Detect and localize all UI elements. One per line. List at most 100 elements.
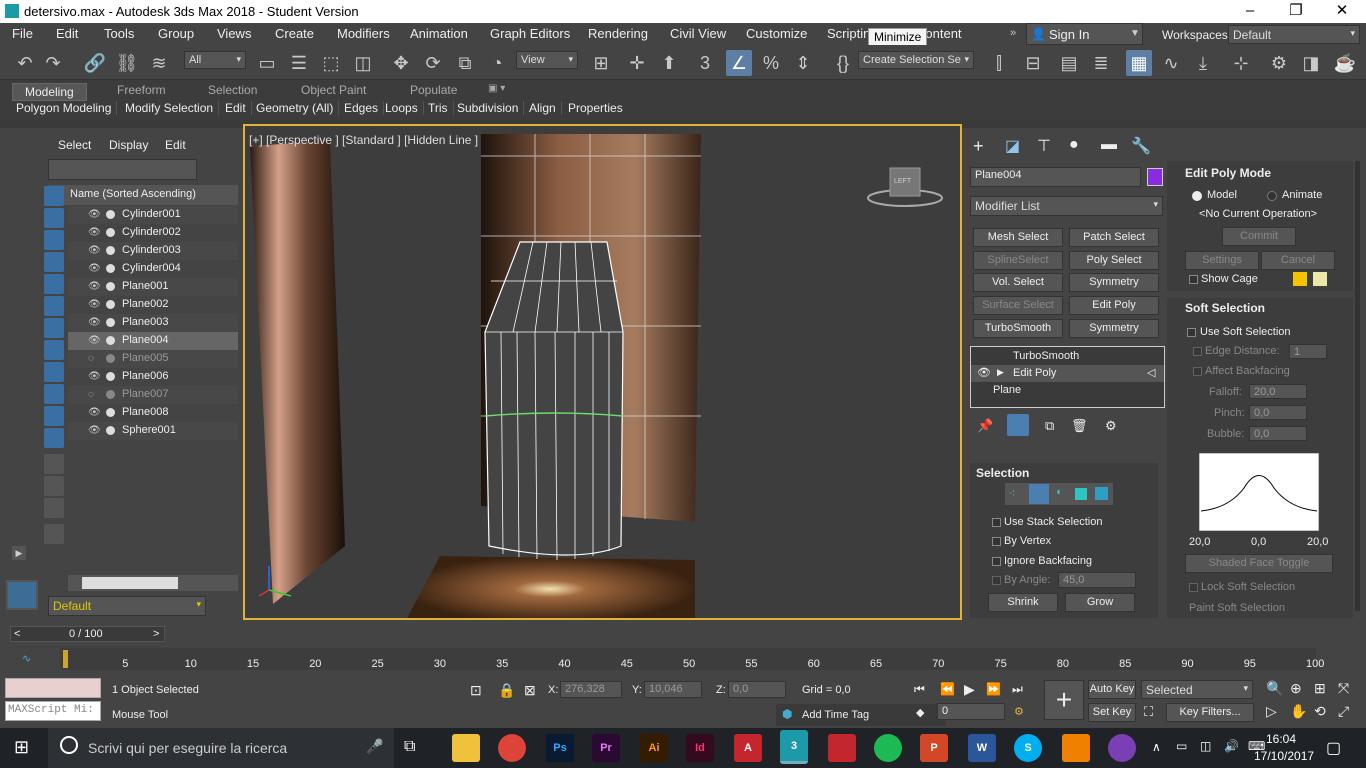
action-center-icon[interactable]: ▢: [1326, 738, 1341, 758]
list-item[interactable]: 👁 Cylinder003: [68, 242, 238, 260]
scale-icon[interactable]: ⧉: [452, 50, 478, 76]
freeze-dot-icon[interactable]: [106, 228, 115, 237]
element-mode-icon[interactable]: [1095, 487, 1108, 500]
time-tag-icon[interactable]: ⬢: [782, 707, 792, 721]
angle-snap-icon[interactable]: ∠: [726, 50, 752, 76]
filter-groups-icon[interactable]: [44, 318, 64, 338]
clock-date[interactable]: 17/10/2017: [1254, 749, 1314, 763]
make-unique-icon[interactable]: ⧉: [1045, 418, 1054, 434]
explorer-search-input[interactable]: [48, 159, 197, 180]
maximize-viewport-icon[interactable]: ⤢: [1338, 703, 1349, 720]
panel-loops[interactable]: Loops: [385, 101, 424, 115]
goto-start-icon[interactable]: ⏮: [914, 682, 925, 697]
symmetry-button-2[interactable]: Symmetry: [1069, 319, 1159, 338]
cage-color-swatch[interactable]: [1293, 272, 1307, 286]
volume-icon[interactable]: 🔊: [1224, 739, 1239, 753]
mirror-icon[interactable]: ⫿: [986, 50, 1012, 76]
vlc-icon[interactable]: [1062, 734, 1090, 762]
command-panel-scrollbar[interactable]: [1355, 161, 1360, 611]
freeze-dot-icon[interactable]: [106, 408, 115, 417]
material-editor-icon[interactable]: ⊹: [1228, 50, 1254, 76]
skype-icon[interactable]: S: [1014, 734, 1042, 762]
cage-selected-color-swatch[interactable]: [1313, 272, 1327, 286]
visibility-eye-icon[interactable]: 👁: [88, 263, 101, 274]
object-name-field[interactable]: Plane004: [970, 167, 1141, 187]
layer-explorer-icon[interactable]: ≣: [1088, 50, 1114, 76]
modify-tab-icon[interactable]: ◪: [1005, 136, 1020, 156]
bottle-mesh[interactable]: [484, 241, 624, 561]
filter-bones-icon[interactable]: [44, 362, 64, 382]
menu-group[interactable]: Group: [158, 26, 194, 41]
affect-backfacing-checkbox[interactable]: [1193, 367, 1202, 376]
task-view-icon[interactable]: ⧉: [404, 738, 415, 756]
soft-selection-title[interactable]: Soft Selection: [1185, 301, 1265, 315]
filter-xrefs-icon[interactable]: [44, 340, 64, 360]
commit-button[interactable]: Commit: [1222, 227, 1296, 246]
next-frame-icon[interactable]: >: [153, 628, 159, 640]
battery-icon[interactable]: ▭: [1176, 739, 1187, 753]
animate-radio[interactable]: [1267, 191, 1277, 201]
stack-item-plane[interactable]: Plane: [971, 382, 1164, 399]
spinner-snap-icon[interactable]: ⇕: [790, 50, 816, 76]
move-icon[interactable]: ✥: [388, 50, 414, 76]
edit-named-selection-icon[interactable]: {}: [830, 50, 856, 76]
zoom-extents-icon[interactable]: ⊞: [1314, 680, 1326, 697]
selection-rollout-title[interactable]: Selection: [976, 466, 1029, 480]
falloff-spinner[interactable]: 20,0: [1249, 384, 1307, 399]
menu-animation[interactable]: Animation: [410, 26, 468, 41]
field-of-view-icon[interactable]: ▷: [1266, 703, 1277, 720]
minimize-button[interactable]: –: [1227, 0, 1273, 23]
set-key-big-icon[interactable]: +: [1044, 680, 1084, 720]
time-config-icon[interactable]: ⚙: [1014, 705, 1024, 718]
list-item[interactable]: 👁 Cylinder001: [68, 206, 238, 224]
filter-spacewarps-icon[interactable]: [44, 296, 64, 316]
turbosmooth-button[interactable]: TurboSmooth: [973, 319, 1063, 338]
taskbar-search-box[interactable]: Scrivi qui per eseguire la ricerca 🎤: [48, 728, 394, 768]
list-item[interactable]: 👁 Plane008: [68, 404, 238, 422]
show-end-result-icon[interactable]: [1007, 414, 1029, 436]
freeze-dot-icon[interactable]: [106, 426, 115, 435]
add-time-tag-label[interactable]: Add Time Tag: [802, 709, 869, 721]
spline-select-button[interactable]: SplineSelect: [973, 251, 1063, 270]
shrink-button[interactable]: Shrink: [988, 593, 1058, 612]
freeze-dot-icon[interactable]: [106, 318, 115, 327]
freeze-dot-icon[interactable]: [106, 300, 115, 309]
snaps-toggle-icon[interactable]: 3: [692, 50, 718, 76]
cage-toggle-icon[interactable]: ◁: [1147, 366, 1155, 379]
by-vertex-checkbox[interactable]: [992, 537, 1001, 546]
undo-icon[interactable]: ↶: [12, 50, 38, 76]
tab-modeling[interactable]: Modeling: [12, 83, 87, 101]
current-frame-marker[interactable]: [63, 650, 68, 668]
freeze-dot-icon[interactable]: [106, 354, 115, 363]
panel-tris[interactable]: Tris: [428, 101, 454, 115]
prev-frame-icon[interactable]: <: [14, 628, 20, 640]
visibility-eye-icon[interactable]: 👁: [88, 335, 101, 346]
goto-end-icon[interactable]: ⏭: [1012, 682, 1023, 697]
menu-tools[interactable]: Tools: [104, 26, 134, 41]
explorer-tab-edit[interactable]: Edit: [165, 138, 186, 152]
lock-selection-icon[interactable]: 🔒: [498, 682, 515, 699]
menu-graph-editors[interactable]: Graph Editors: [490, 26, 570, 41]
maxscript-mini-listener[interactable]: MAXScript Mi:: [5, 701, 101, 721]
list-item[interactable]: 👁 Plane004: [68, 332, 238, 350]
edge-distance-checkbox[interactable]: [1193, 347, 1202, 356]
window-crossing-icon[interactable]: ◫: [350, 50, 376, 76]
mesh-select-button[interactable]: Mesh Select: [973, 228, 1063, 247]
utilities-tab-icon[interactable]: 🔧: [1131, 136, 1151, 156]
discord-icon[interactable]: [1108, 734, 1136, 762]
vol-select-button[interactable]: Vol. Select: [973, 273, 1063, 292]
y-coordinate-field[interactable]: 10,046: [644, 681, 702, 698]
maximize-button[interactable]: ❐: [1273, 0, 1319, 23]
sign-in-dropdown[interactable]: 👤 Sign In ▼: [1026, 23, 1143, 45]
perspective-viewport[interactable]: LEFT [+] [Perspective ] [Standard ] [Hid…: [243, 124, 962, 620]
ignore-backfacing-checkbox[interactable]: [992, 557, 1001, 566]
edit-poly-mode-title[interactable]: Edit Poly Mode: [1185, 166, 1271, 180]
create-tab-icon[interactable]: +: [973, 136, 984, 157]
menu-modifiers[interactable]: Modifiers: [337, 26, 390, 41]
display-invert-icon[interactable]: [44, 498, 64, 518]
pin-stack-icon[interactable]: 📌: [977, 418, 993, 434]
mini-curve-editor-icon[interactable]: ∿: [22, 652, 31, 665]
align-icon[interactable]: ⊟: [1020, 50, 1046, 76]
microphone-icon[interactable]: 🎤: [366, 738, 383, 755]
expand-arrow-icon[interactable]: ▶: [12, 546, 26, 560]
